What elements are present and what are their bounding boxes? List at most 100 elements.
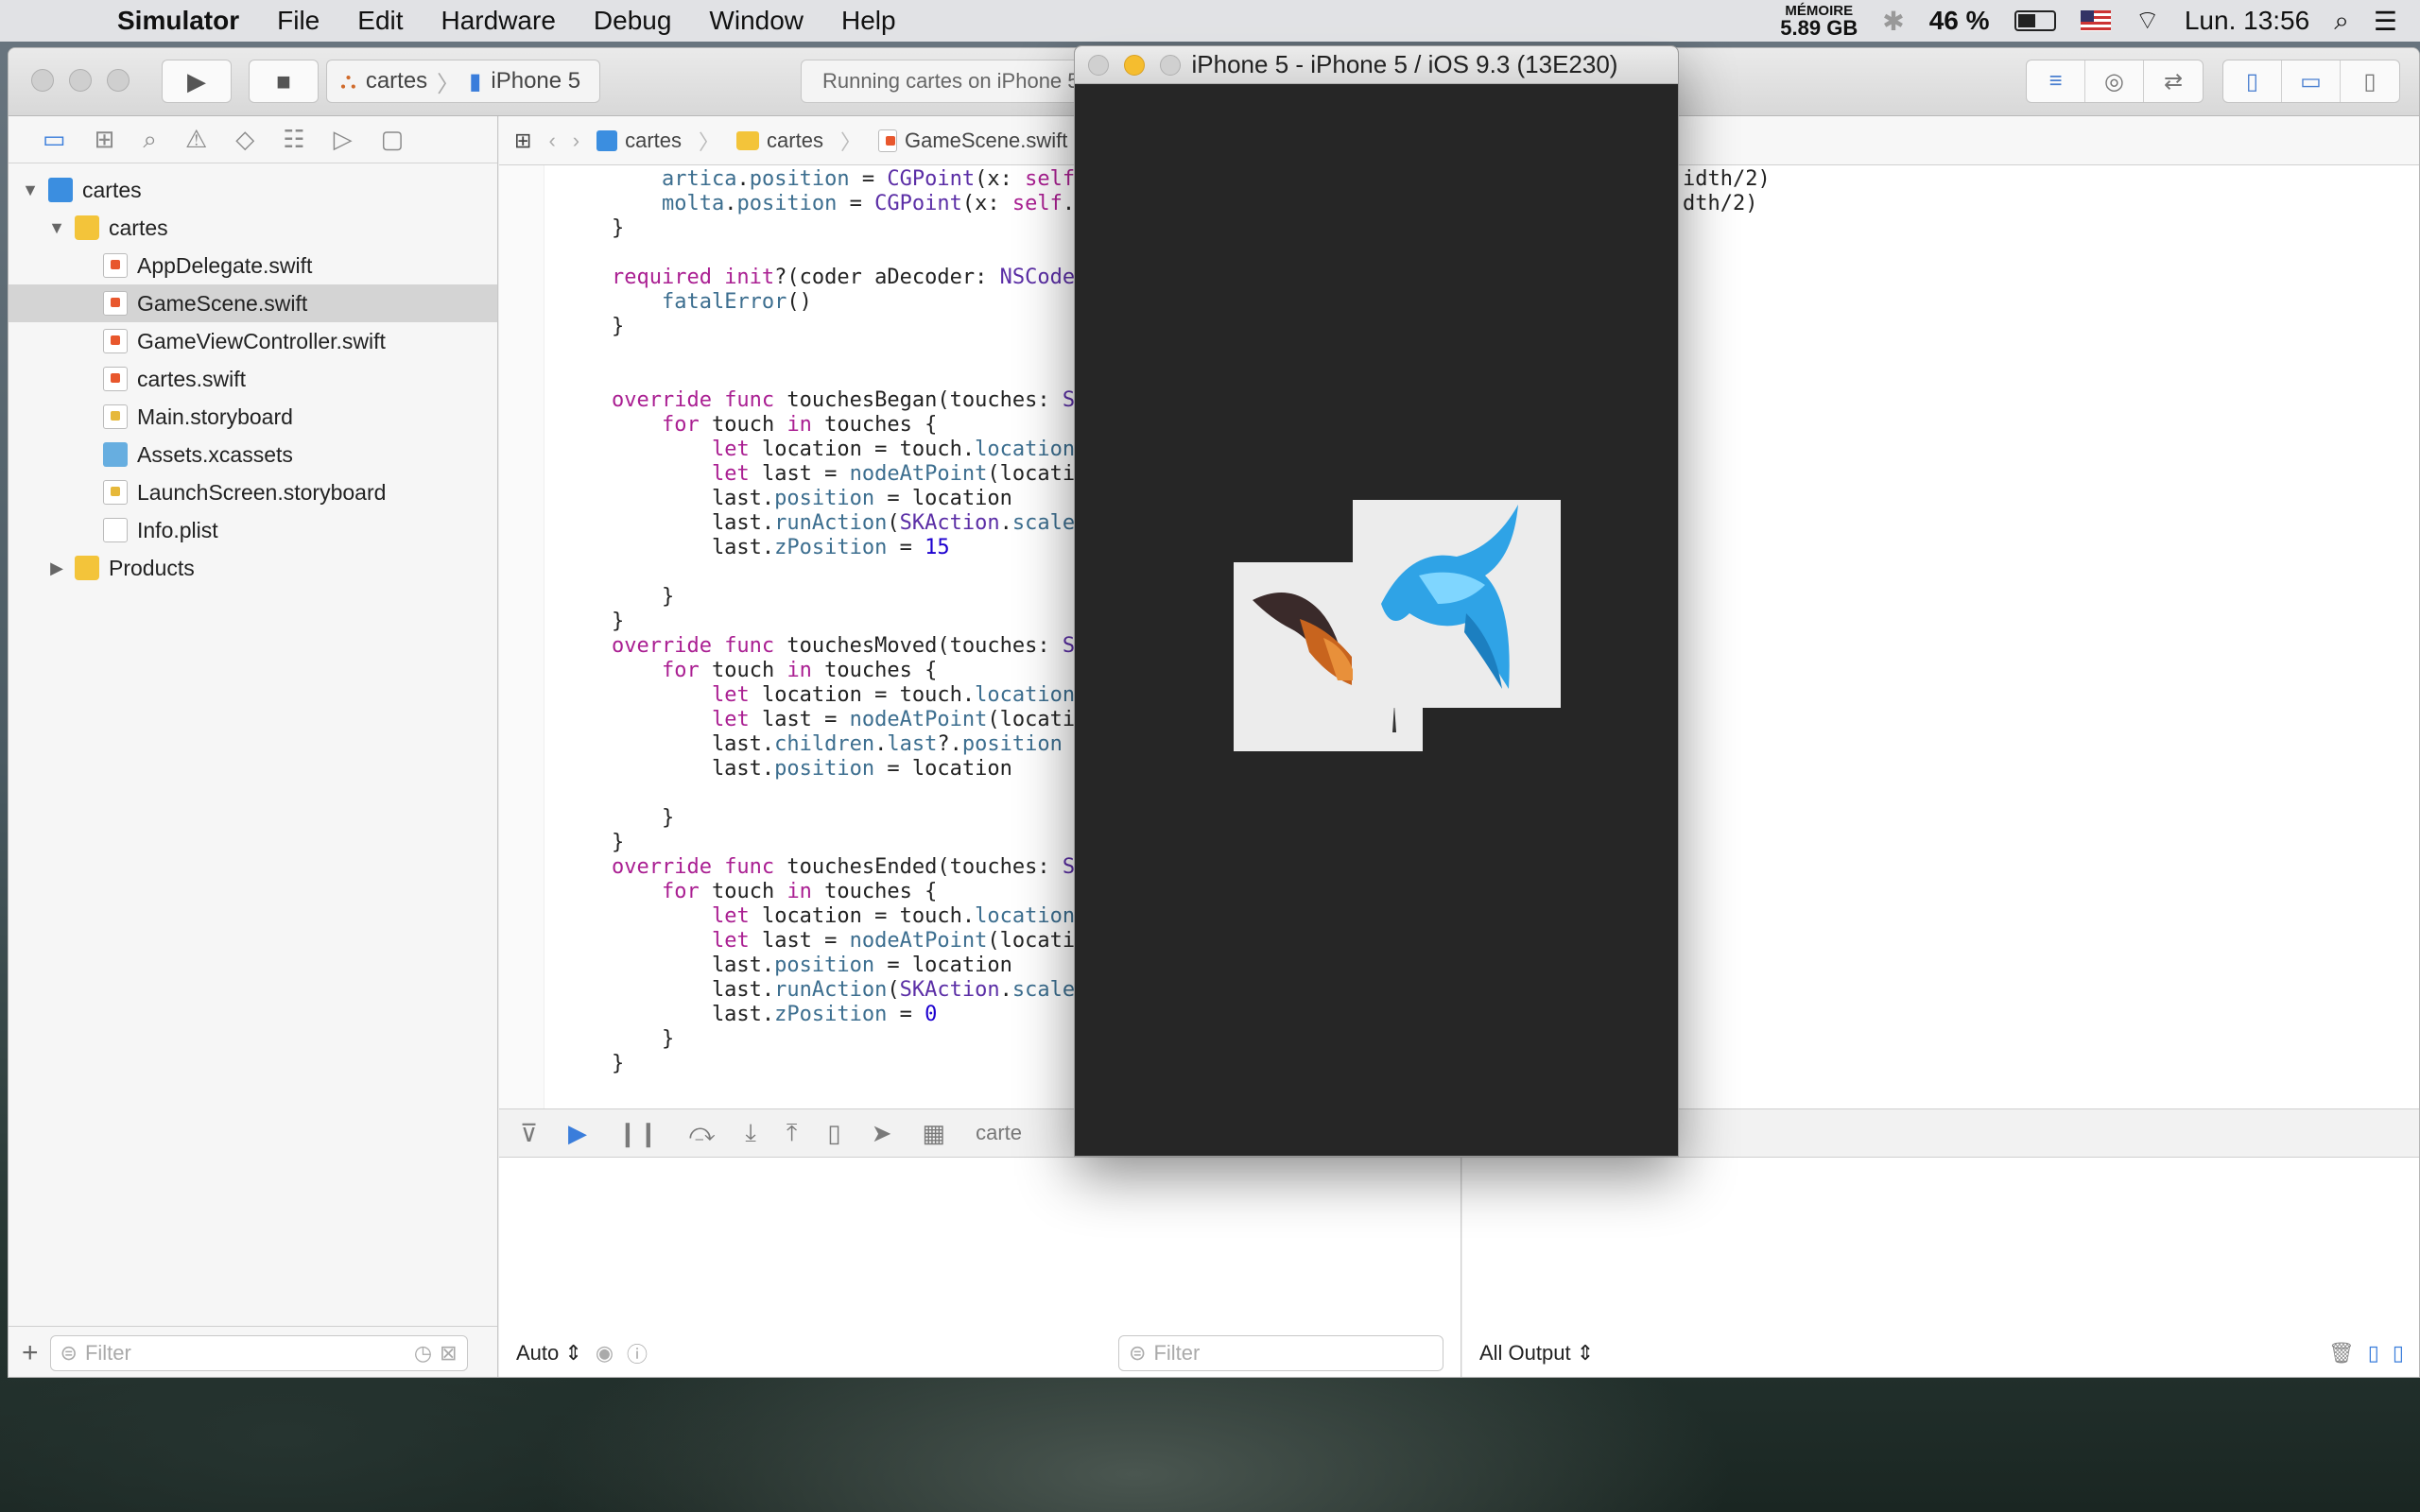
folder-icon[interactable]: ▭ [43,125,66,154]
app-icon: ⛬ [340,68,356,94]
stop-button[interactable]: ■ [249,60,319,103]
symbol-navigator-icon[interactable]: ⊞ [95,125,115,154]
file-row-selected[interactable]: GameScene.swift [9,284,497,322]
disclosure-open-icon[interactable]: ▼ [48,218,65,238]
scheme-selector[interactable]: ⛬ cartes 〉 ▮ iPhone 5 [326,60,600,103]
recent-files-icon[interactable]: ◷ [414,1341,432,1366]
file-row[interactable]: GameViewController.swift [9,322,497,360]
back-arrow-icon[interactable]: ‹ [548,129,555,153]
zoom-button[interactable] [107,69,130,92]
info-icon[interactable]: ⓘ [627,1338,648,1368]
tree-group-products[interactable]: ▶ Products [9,549,497,587]
menu-hardware[interactable]: Hardware [423,6,575,36]
debug-breadcrumb[interactable]: carte [976,1121,1022,1145]
search-icon[interactable]: ⌕ [143,125,157,155]
menu-help[interactable]: Help [822,6,915,36]
hide-debug-area-icon[interactable]: ⊽ [520,1119,538,1148]
code-text[interactable]: artica.position = CGPoint(x: self. molta… [562,167,1087,1076]
menu-file[interactable]: File [258,6,338,36]
breakpoints-toggle-icon[interactable]: ▶ [568,1119,587,1148]
split-left-icon[interactable]: ▯ [2368,1341,2379,1366]
tree-project[interactable]: ▼ cartes [9,171,497,209]
variables-bottom-bar: Auto ⇕ ◉ ⓘ ⊜ Filter [499,1328,1461,1377]
add-icon[interactable]: + [22,1337,39,1369]
location-arrow-icon[interactable]: ➤ [872,1119,892,1148]
step-over-icon[interactable]: ⤼ [689,1118,716,1148]
file-row[interactable]: AppDelegate.swift [9,247,497,284]
view-debugger-icon[interactable]: ▯ [827,1119,840,1148]
battery-percent[interactable]: 46 % [1929,6,1990,36]
folder-icon [75,215,99,240]
test-navigator-icon[interactable]: ◇ [235,125,254,154]
report-navigator-icon[interactable]: ▢ [381,125,405,154]
menu-edit[interactable]: Edit [338,6,422,36]
warning-icon[interactable]: ⚠ [185,125,207,154]
console-bottom-bar: All Output ⇕ 🗑 ▯ ▯ [1462,1328,2419,1377]
device-screen[interactable] [1075,84,1678,1156]
debug-navigator-icon[interactable]: ☷ [283,125,304,154]
minimize-button[interactable] [1124,55,1145,76]
breadcrumb-project[interactable]: cartes [596,129,682,153]
swift-file-icon [103,291,128,316]
asset-catalog-icon [103,442,128,467]
variables-filter-input[interactable]: ⊜ Filter [1118,1335,1443,1371]
memory-indicator[interactable]: MÉMOIRE 5.89 GB [1780,4,1858,39]
project-label: cartes [82,177,142,202]
menu-app-name[interactable]: Simulator [91,6,258,36]
output-selector[interactable]: All Output ⇕ [1479,1341,1594,1366]
pause-icon[interactable]: ❙❙ [617,1119,659,1148]
eye-icon[interactable]: ◉ [596,1341,614,1366]
related-items-icon[interactable]: ⊞ [514,129,531,153]
assistant-editor-icon[interactable]: ◎ [2085,60,2144,102]
file-row[interactable]: cartes.swift [9,360,497,398]
navigator-toggle-icon[interactable]: ▯ [2223,60,2282,102]
forward-arrow-icon[interactable]: › [573,129,579,153]
wifi-icon[interactable]: ⌔ [2135,5,2160,38]
spotlight-search-icon[interactable]: ⌕ [2334,6,2349,37]
disclosure-open-icon[interactable]: ▼ [22,180,39,200]
menu-bar: Simulator File Edit Hardware Debug Windo… [0,0,2420,42]
trash-icon[interactable]: 🗑 [2328,1341,2355,1366]
menu-window[interactable]: Window [690,6,822,36]
file-row[interactable]: Info.plist [9,511,497,549]
step-out-icon[interactable]: ⤒ [786,1118,798,1148]
split-right-icon[interactable]: ▯ [2393,1341,2404,1366]
step-into-icon[interactable]: ⤓ [745,1118,756,1148]
debug-area-toggle-icon[interactable]: ▭ [2282,60,2341,102]
breakpoint-icon[interactable]: ▷ [334,125,353,154]
notification-center-icon[interactable]: ☰ [2374,6,2397,37]
minimize-button[interactable] [69,69,92,92]
file-row[interactable]: Assets.xcassets [9,436,497,473]
breadcrumb-file[interactable]: GameScene.swift [877,129,1067,153]
menu-debug[interactable]: Debug [575,6,691,36]
file-row[interactable]: Main.storyboard [9,398,497,436]
scheme-project: cartes [365,68,428,94]
console-output[interactable]: All Output ⇕ 🗑 ▯ ▯ [1462,1158,2419,1377]
bluetooth-icon[interactable]: ✱ [1882,6,1904,37]
navigator-filter-input[interactable]: ⊜ Filter ◷ ⊠ [49,1334,468,1371]
ice-dragon-image [1381,505,1518,689]
menu-items: Simulator File Edit Hardware Debug Windo… [91,6,915,36]
clock[interactable]: Lun. 13:56 [2185,6,2309,36]
zoom-button[interactable] [1160,55,1181,76]
folder-icon [736,130,760,150]
variables-view[interactable]: Auto ⇕ ◉ ⓘ ⊜ Filter [499,1158,1461,1377]
tree-group-cartes[interactable]: ▼ cartes [9,209,497,247]
dragon-card-ice[interactable] [1353,500,1561,708]
input-source-flag-icon[interactable] [2080,10,2111,31]
battery-icon[interactable] [2014,10,2056,31]
version-editor-icon[interactable]: ⇄ [2144,60,2203,102]
utilities-toggle-icon[interactable]: ▯ [2341,60,2399,102]
run-button[interactable]: ▶ [162,60,232,103]
file-row[interactable]: LaunchScreen.storyboard [9,473,497,511]
disclosure-closed-icon[interactable]: ▶ [48,558,65,578]
close-button[interactable] [31,69,54,92]
scm-filter-icon[interactable]: ⊠ [440,1341,457,1366]
code-text-right[interactable]: idth/2) dth/2) [1683,167,1771,216]
close-button[interactable] [1088,55,1109,76]
auto-selector[interactable]: Auto ⇕ [516,1341,582,1366]
standard-editor-icon[interactable]: ≡ [2027,60,2085,102]
line-gutter[interactable] [499,165,544,1158]
breadcrumb-group[interactable]: cartes [736,129,823,153]
thread-icon[interactable]: ▦ [923,1119,946,1148]
